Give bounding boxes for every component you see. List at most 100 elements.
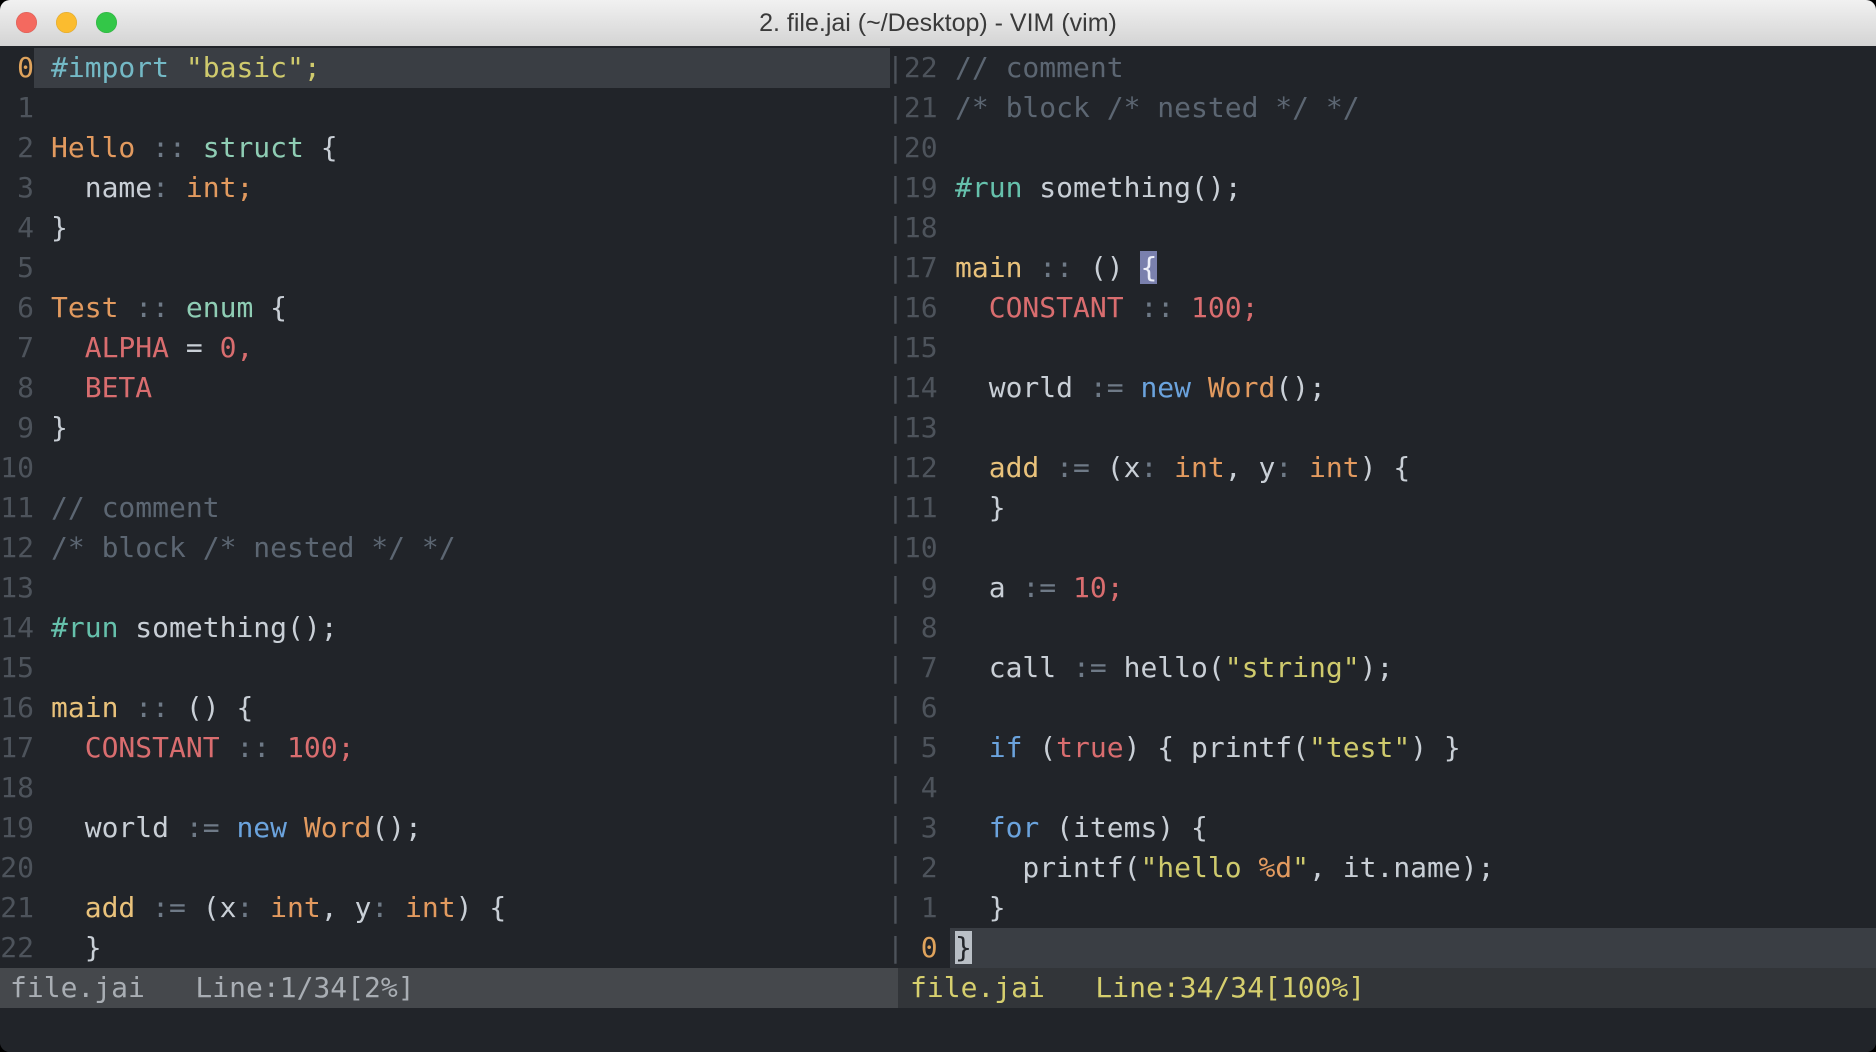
code-line: 7 ALPHA = 0, [0,328,898,368]
line-number: 5 [0,248,34,288]
code-line: |22// comment [887,48,1876,88]
code-line: |20 [887,128,1876,168]
code-line: |21/* block /* nested */ */ [887,88,1876,128]
window-separator-and-line-number: |14 [887,368,938,408]
code-line: 9} [0,408,898,448]
line-number: 17 [0,728,34,768]
window-separator-and-line-number: | 5 [887,728,938,768]
line-number: 21 [0,888,34,928]
title-bar[interactable]: 2. file.jai (~/Desktop) - VIM (vim) [0,0,1876,47]
code-text: #run something(); [51,608,338,648]
vertical-separator: | [887,51,904,84]
line-number: 11 [0,488,34,528]
window-separator-and-line-number: |12 [887,448,938,488]
window-separator-and-line-number: | 2 [887,848,938,888]
vim-terminal-window: 2. file.jai (~/Desktop) - VIM (vim) 0#im… [0,0,1876,1052]
code-line: |19#run something(); [887,168,1876,208]
code-line: 1 [0,88,898,128]
vertical-separator: | [887,171,904,204]
code-line: |17main :: () { [887,248,1876,288]
code-line: | 5 if (true) { printf("test") } [887,728,1876,768]
line-number: 14 [904,371,938,404]
cursor-block: } [955,931,972,964]
line-number: 0 [0,48,34,88]
code-line: | 2 printf("hello %d", it.name); [887,848,1876,888]
command-line-area[interactable] [0,1008,1876,1052]
code-line: | 6 [887,688,1876,728]
line-number: 12 [904,451,938,484]
window-separator-and-line-number: | 1 [887,888,938,928]
code-line: |16 CONSTANT :: 100; [887,288,1876,328]
window-title: 2. file.jai (~/Desktop) - VIM (vim) [0,0,1876,46]
line-number: 10 [904,531,938,564]
code-text: CONSTANT :: 100; [51,728,354,768]
line-number: 20 [0,848,34,888]
window-separator-and-line-number: |22 [887,48,938,88]
vertical-separator: | [887,851,904,884]
code-line: |12 add := (x: int, y: int) { [887,448,1876,488]
window-separator-and-line-number: | 8 [887,608,938,648]
right-editor-pane[interactable]: |22// comment|21/* block /* nested */ */… [887,48,1876,968]
vertical-separator: | [887,811,904,844]
line-number: 4 [0,208,34,248]
line-number: 1 [0,88,34,128]
code-text: name: int; [51,168,253,208]
code-text: a := 10; [955,568,1124,608]
line-number: 15 [0,648,34,688]
code-line: 12/* block /* nested */ */ [0,528,898,568]
code-line: | 7 call := hello("string"); [887,648,1876,688]
code-text: main :: () { [955,248,1157,288]
code-line: 5 [0,248,898,288]
code-text: } [955,928,972,968]
code-line: | 4 [887,768,1876,808]
line-number: 9 [904,571,938,604]
code-text: world := new Word(); [955,368,1326,408]
vertical-separator: | [887,371,904,404]
code-line: |13 [887,408,1876,448]
code-line: 16 main :: () { [0,688,898,728]
line-number: 6 [0,288,34,328]
vertical-separator: | [887,451,904,484]
line-number: 3 [904,811,938,844]
line-number: 4 [904,771,938,804]
vertical-separator: | [887,691,904,724]
window-separator-and-line-number: | 0 [887,928,938,968]
code-line: 8 BETA [0,368,898,408]
code-line: 6 Test :: enum { [0,288,898,328]
vertical-separator: | [887,731,904,764]
line-number: 5 [904,731,938,764]
code-line: 14 #run something(); [0,608,898,648]
line-number: 18 [0,768,34,808]
window-separator-and-line-number: |11 [887,488,938,528]
matchparen-highlight: { [1140,251,1157,284]
terminal-content: 0#import "basic";12Hello :: struct {3 na… [0,46,1876,1052]
code-text: Test :: enum { [51,288,287,328]
line-number: 14 [0,608,34,648]
vertical-separator: | [887,931,904,964]
vertical-separator: | [887,571,904,604]
line-number: 16 [0,688,34,728]
code-line: 10 [0,448,898,488]
line-number: 15 [904,331,938,364]
code-line: 13 [0,568,898,608]
vertical-separator: | [887,771,904,804]
code-text: } [51,208,68,248]
window-separator-and-line-number: |19 [887,168,938,208]
code-line: 0#import "basic"; [0,48,898,88]
statusline-right: file.jai Line:34/34[100%] [898,968,1876,1008]
window-separator-and-line-number: |13 [887,408,938,448]
code-text: } [955,488,1006,528]
code-line: |10 [887,528,1876,568]
line-number: 13 [0,568,34,608]
vertical-separator: | [887,531,904,564]
window-separator-and-line-number: | 7 [887,648,938,688]
line-number: 21 [904,91,938,124]
line-number: 9 [0,408,34,448]
code-line: |11 } [887,488,1876,528]
left-editor-pane[interactable]: 0#import "basic";12Hello :: struct {3 na… [0,48,898,968]
code-text: if (true) { printf("test") } [955,728,1461,768]
code-line: | 9 a := 10; [887,568,1876,608]
code-text: main :: () { [51,688,253,728]
code-text: printf("hello %d", it.name); [955,848,1494,888]
line-number: 16 [904,291,938,324]
